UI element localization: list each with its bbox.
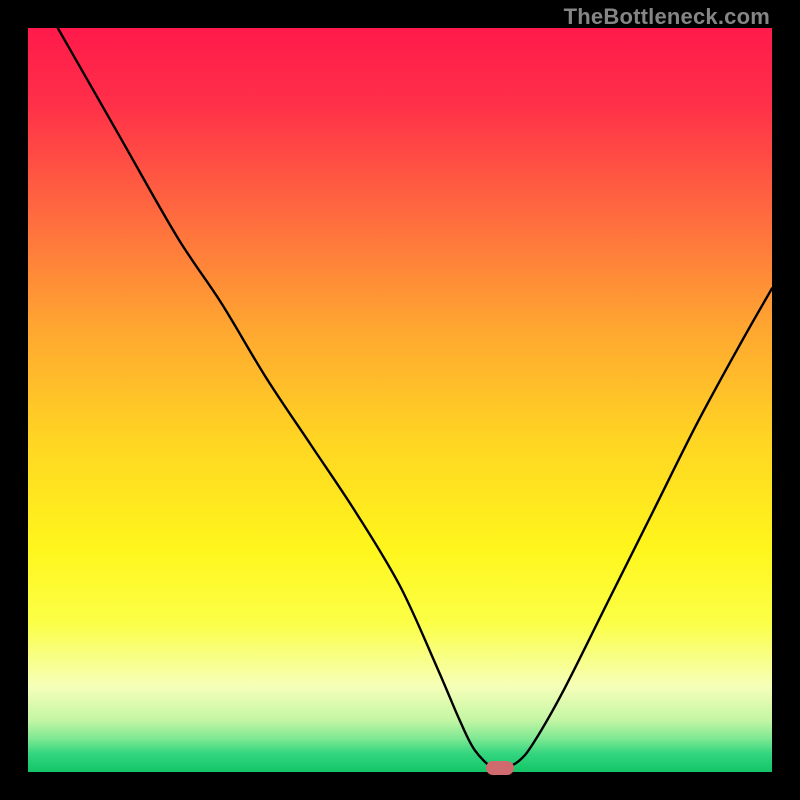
optimal-point-marker (486, 761, 514, 775)
chart-frame (28, 28, 772, 772)
watermark-text: TheBottleneck.com (564, 4, 770, 30)
gradient-background (28, 28, 772, 772)
bottleneck-plot (28, 28, 772, 772)
